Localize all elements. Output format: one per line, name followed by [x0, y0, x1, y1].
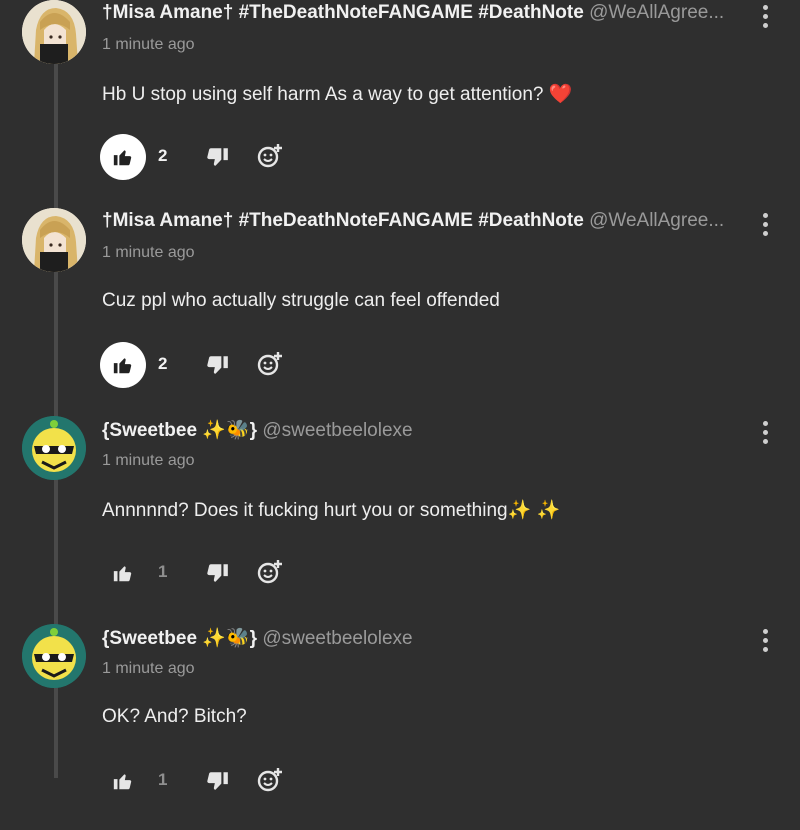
more-options-button[interactable] [755, 208, 775, 240]
comment-actions: 1 [100, 550, 400, 596]
more-dot [762, 22, 768, 28]
more-dot [762, 637, 768, 643]
comment-text: Hb U stop using self harm As a way to ge… [102, 84, 573, 105]
display-name[interactable]: †Misa Amane† #TheDeathNoteFANGAME #Death… [102, 2, 584, 23]
avatar[interactable] [22, 416, 86, 480]
comment-text: Annnnnd? Does it fucking hurt you or som… [102, 500, 561, 521]
comment-header: †Misa Amane† #TheDeathNoteFANGAME #Death… [102, 210, 742, 240]
more-dot [762, 230, 768, 236]
more-dot [762, 420, 768, 426]
comment-header: {Sweetbee ✨🐝} @sweetbeelolexe [102, 626, 742, 656]
user-handle[interactable]: @WeAllAgree... [589, 2, 724, 23]
thumbs-down-icon[interactable] [204, 353, 230, 379]
thumbs-down-icon[interactable] [204, 769, 230, 795]
comment-actions: 1 [100, 758, 400, 804]
like-count: 1 [158, 770, 168, 789]
thumbs-up-icon [113, 566, 132, 582]
sweetbee-avatar-image [22, 416, 86, 480]
like-count: 1 [158, 562, 168, 581]
comment-text: OK? And? Bitch? [102, 706, 247, 727]
more-options-button[interactable] [755, 624, 775, 656]
display-name[interactable]: {Sweetbee ✨🐝} [102, 420, 257, 441]
more-dot [762, 13, 768, 19]
thumbs-up-icon [113, 358, 132, 374]
more-dot [762, 221, 768, 227]
like-count: 2 [158, 354, 168, 373]
more-options-button[interactable] [755, 0, 775, 32]
comment-header: {Sweetbee ✨🐝} @sweetbeelolexe [102, 418, 742, 448]
more-dot [762, 646, 768, 652]
like-count: 2 [158, 146, 168, 165]
display-name[interactable]: {Sweetbee ✨🐝} [102, 628, 257, 649]
misa-avatar-image [22, 0, 86, 64]
thumbs-up-icon [113, 150, 132, 166]
comment-item: †Misa Amane† #TheDeathNoteFANGAME #Death… [0, 208, 800, 414]
comment-text: Cuz ppl who actually struggle can feel o… [102, 290, 500, 311]
avatar[interactable] [22, 624, 86, 688]
avatar[interactable] [22, 208, 86, 272]
comment-item: †Misa Amane† #TheDeathNoteFANGAME #Death… [0, 0, 800, 206]
comment-item: {Sweetbee ✨🐝} @sweetbeelolexe 1 minute a… [0, 416, 800, 622]
add-reaction-icon[interactable] [256, 142, 284, 170]
display-name[interactable]: †Misa Amane† #TheDeathNoteFANGAME #Death… [102, 210, 584, 231]
thumbs-up-icon [113, 774, 132, 790]
comment-actions: 2 [100, 134, 400, 180]
comment-header: †Misa Amane† #TheDeathNoteFANGAME #Death… [102, 2, 742, 32]
misa-avatar-image [22, 208, 86, 272]
add-reaction-icon[interactable] [256, 766, 284, 794]
like-button[interactable] [100, 758, 146, 804]
comment-actions: 2 [100, 342, 400, 388]
more-dot [762, 4, 768, 10]
timestamp: 1 minute ago [102, 244, 195, 261]
timestamp: 1 minute ago [102, 36, 195, 53]
add-reaction-icon[interactable] [256, 558, 284, 586]
like-button[interactable] [100, 134, 146, 180]
thumbs-down-icon[interactable] [204, 145, 230, 171]
avatar[interactable] [22, 0, 86, 64]
comment-item: {Sweetbee ✨🐝} @sweetbeelolexe 1 minute a… [0, 624, 800, 830]
user-handle[interactable]: @sweetbeelolexe [262, 628, 412, 649]
timestamp: 1 minute ago [102, 660, 195, 677]
more-dot [762, 438, 768, 444]
like-button[interactable] [100, 342, 146, 388]
user-handle[interactable]: @WeAllAgree... [589, 210, 724, 231]
sweetbee-avatar-image [22, 624, 86, 688]
more-options-button[interactable] [755, 416, 775, 448]
user-handle[interactable]: @sweetbeelolexe [262, 420, 412, 441]
more-dot [762, 628, 768, 634]
like-button[interactable] [100, 550, 146, 596]
more-dot [762, 212, 768, 218]
add-reaction-icon[interactable] [256, 350, 284, 378]
more-dot [762, 429, 768, 435]
timestamp: 1 minute ago [102, 452, 195, 469]
thumbs-down-icon[interactable] [204, 561, 230, 587]
